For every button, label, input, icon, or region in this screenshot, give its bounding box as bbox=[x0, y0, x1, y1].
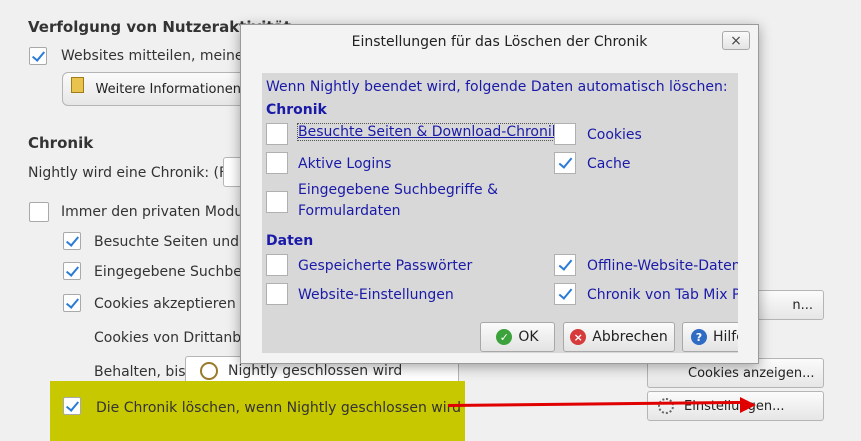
private-mode-label: Immer den privaten Modus bbox=[61, 204, 251, 220]
cookies-checkbox[interactable] bbox=[63, 294, 81, 312]
more-info-label: Weitere Informationen bbox=[95, 81, 241, 97]
search-checkbox[interactable] bbox=[63, 262, 81, 280]
dialog-title: Einstellungen für das Löschen der Chroni… bbox=[351, 34, 648, 50]
visited-label: Besuchte Seiten und D bbox=[94, 234, 255, 250]
gear-icon bbox=[658, 398, 674, 414]
cache-label: Cache bbox=[587, 156, 631, 172]
dialog-intro: Wenn Nightly beendet wird, folgende Date… bbox=[266, 79, 728, 95]
search-form-label-line1: Eingegebene Suchbegriffe & bbox=[298, 182, 499, 198]
help-icon: ? bbox=[691, 329, 707, 345]
more-info-button[interactable]: Weitere Informationen bbox=[62, 72, 252, 106]
visited-checkbox[interactable] bbox=[63, 232, 81, 250]
cache-checkbox[interactable] bbox=[554, 152, 576, 174]
cookies-label: Cookies akzeptieren bbox=[94, 296, 236, 312]
site-settings-label: Website-Einstellungen bbox=[298, 287, 454, 303]
cancel-label: Abbrechen bbox=[592, 329, 668, 345]
cookies-item-checkbox[interactable] bbox=[554, 123, 576, 145]
offline-data-label: Offline-Website-Daten bbox=[587, 258, 738, 274]
clear-on-close-checkbox[interactable] bbox=[63, 397, 81, 415]
nightly-will-label: Nightly wird eine Chronik: (F) bbox=[28, 165, 233, 181]
dialog-body: Wenn Nightly beendet wird, folgende Date… bbox=[262, 73, 738, 353]
search-form-label-line2: Formulardaten bbox=[298, 203, 401, 219]
clear-on-close-label: Die Chronik löschen, wenn Nightly geschl… bbox=[96, 400, 461, 416]
websites-checkbox[interactable] bbox=[29, 47, 47, 65]
help-button[interactable]: ? Hilfe bbox=[682, 322, 738, 352]
section-history-heading: Chronik bbox=[266, 102, 327, 118]
keep-select-value: Nightly geschlossen wird bbox=[228, 363, 403, 379]
settings-button[interactable]: Einstellungen... bbox=[647, 391, 824, 421]
site-settings-checkbox[interactable] bbox=[266, 283, 288, 305]
passwords-checkbox[interactable] bbox=[266, 254, 288, 276]
check-icon: ✓ bbox=[496, 329, 513, 345]
help-label: Hilfe bbox=[713, 329, 738, 345]
visited-downloads-label: Besuchte Seiten & Download-Chronik bbox=[297, 123, 561, 141]
active-logins-label: Aktive Logins bbox=[298, 156, 392, 172]
close-icon: × bbox=[730, 32, 742, 49]
show-cookies-label: Cookies anzeigen... bbox=[688, 365, 815, 381]
clock-icon bbox=[200, 362, 218, 380]
history-heading: Chronik bbox=[28, 134, 94, 152]
websites-label: Websites mitteilen, meine A bbox=[61, 48, 258, 64]
offline-data-checkbox[interactable] bbox=[554, 254, 576, 276]
cancel-button[interactable]: × Abbrechen bbox=[563, 322, 675, 352]
cookies-item-label: Cookies bbox=[587, 127, 642, 143]
section-data-heading: Daten bbox=[266, 233, 314, 249]
cancel-icon: × bbox=[570, 329, 587, 345]
ok-button[interactable]: ✓ OK bbox=[480, 322, 555, 352]
active-logins-checkbox[interactable] bbox=[266, 152, 288, 174]
annotation-arrow-head bbox=[740, 397, 756, 413]
visited-downloads-checkbox[interactable] bbox=[266, 123, 288, 145]
clear-history-dialog: Einstellungen für das Löschen der Chroni… bbox=[240, 24, 759, 364]
passwords-label: Gespeicherte Passwörter bbox=[298, 258, 473, 274]
exceptions-label: n... bbox=[792, 297, 813, 313]
dialog-close-button[interactable]: × bbox=[722, 31, 750, 50]
keep-label: Behalten, bis: bbox=[94, 364, 191, 380]
search-label: Eingegebene Suchbeg bbox=[94, 264, 251, 280]
tabmix-history-checkbox[interactable] bbox=[554, 283, 576, 305]
private-mode-checkbox[interactable] bbox=[29, 202, 49, 222]
info-icon bbox=[71, 77, 84, 93]
tabmix-history-label: Chronik von Tab Mix Plus bbox=[587, 287, 738, 303]
search-form-checkbox[interactable] bbox=[266, 191, 288, 213]
ok-label: OK bbox=[518, 329, 539, 345]
third-party-label: Cookies von Drittanbie bbox=[94, 330, 254, 346]
